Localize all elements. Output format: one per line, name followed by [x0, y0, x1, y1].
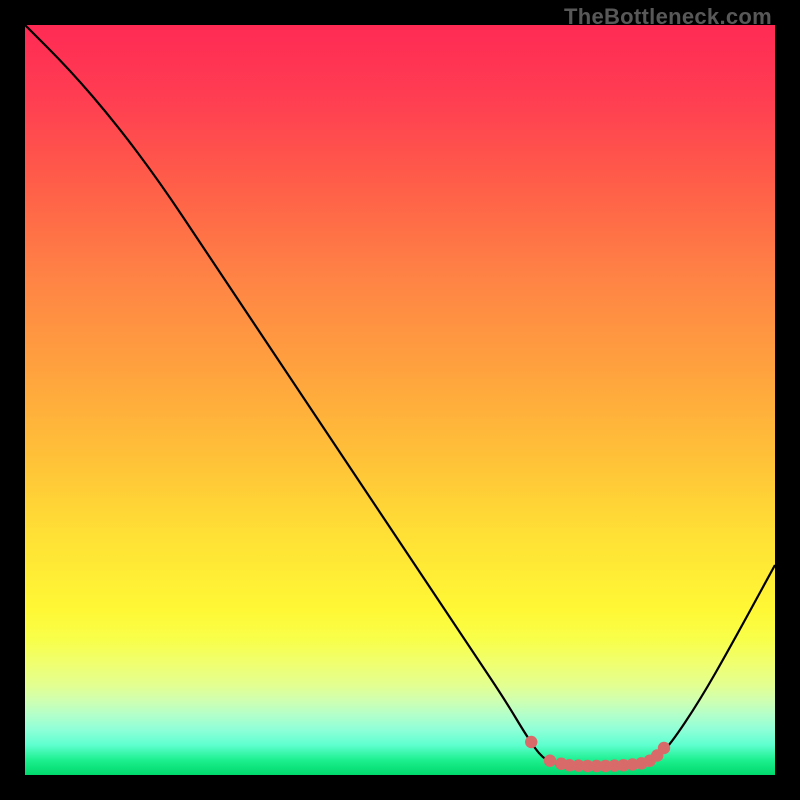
watermark-text: TheBottleneck.com: [564, 4, 772, 30]
optimal-marker: [658, 742, 670, 754]
optimal-range-markers: [525, 736, 670, 772]
optimal-marker: [525, 736, 537, 748]
bottleneck-curve-chart: [25, 25, 775, 775]
chart-plot-area: [25, 25, 775, 775]
optimal-marker: [544, 755, 556, 767]
bottleneck-curve: [25, 25, 775, 766]
